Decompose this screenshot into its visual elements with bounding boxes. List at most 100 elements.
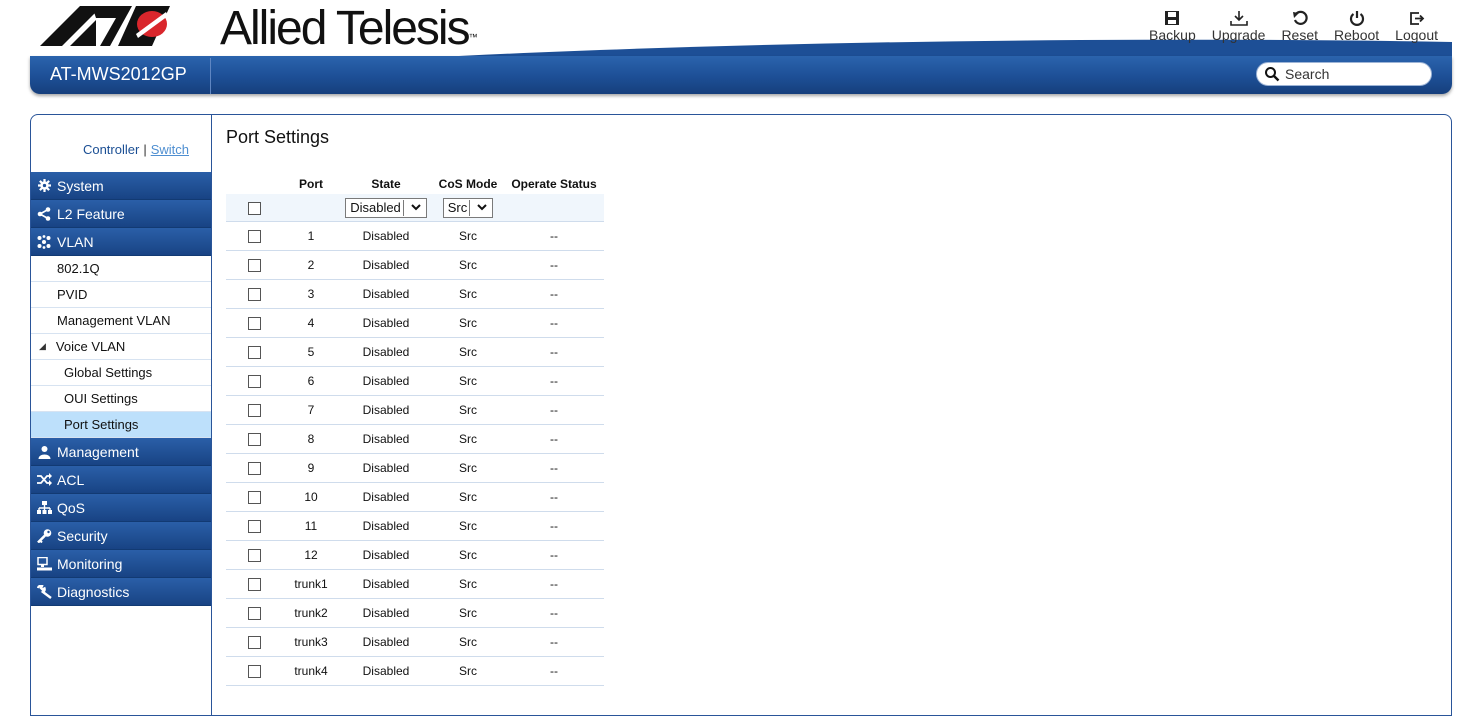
port-column-header: Port xyxy=(299,176,323,191)
sidebar-item-vlan[interactable]: VLAN xyxy=(31,228,211,256)
row-checkbox[interactable] xyxy=(247,259,261,273)
share-icon xyxy=(36,206,52,221)
logo-mark-icon xyxy=(40,6,170,46)
select-all-checkbox[interactable] xyxy=(247,201,261,215)
sidebar-item-security[interactable]: Security xyxy=(31,522,211,550)
cos-mode-select[interactable]: Src xyxy=(442,197,494,218)
sidebar-item-port-settings[interactable]: Port Settings xyxy=(31,412,211,438)
logout-button[interactable]: Logout xyxy=(1387,8,1446,43)
cos-mode-cell: Src xyxy=(432,453,504,483)
row-checkbox[interactable] xyxy=(247,346,261,360)
row-checkbox[interactable] xyxy=(247,520,261,534)
top-toolbar: Backup Upgrade Reset Reboot Logout xyxy=(1141,8,1446,43)
row-checkbox[interactable] xyxy=(247,404,261,418)
reboot-button[interactable]: Reboot xyxy=(1326,8,1387,43)
power-icon xyxy=(1347,8,1367,28)
operate-status-cell: -- xyxy=(504,221,604,251)
sidebar-item-voice-vlan[interactable]: ◢ Voice VLAN xyxy=(31,334,211,360)
table-row: 2 Disabled Src -- xyxy=(226,250,604,280)
table-row: 10 Disabled Src -- xyxy=(226,482,604,512)
table-row: trunk4 Disabled Src -- xyxy=(226,656,604,686)
row-checkbox[interactable] xyxy=(247,665,261,679)
search-box xyxy=(1256,62,1432,86)
operate-status-cell: -- xyxy=(504,511,604,541)
sidebar-item-management-vlan[interactable]: Management VLAN xyxy=(31,308,211,334)
row-checkbox[interactable] xyxy=(247,375,261,389)
state-select[interactable]: Disabled xyxy=(345,197,427,218)
row-checkbox[interactable] xyxy=(247,230,261,244)
cos-mode-cell: Src xyxy=(432,366,504,396)
row-checkbox[interactable] xyxy=(247,317,261,331)
filter-row: Disabled Src xyxy=(226,194,604,222)
reset-button[interactable]: Reset xyxy=(1273,8,1326,43)
sidebar-item-management[interactable]: Management xyxy=(31,438,211,466)
sidebar-item-l2-feature[interactable]: L2 Feature xyxy=(31,200,211,228)
table-row: 9 Disabled Src -- xyxy=(226,453,604,483)
operate-status-column-header: Operate Status xyxy=(511,176,597,191)
sidebar-item-system[interactable]: System xyxy=(31,172,211,200)
operate-status-cell: -- xyxy=(504,656,604,686)
port-cell: 11 xyxy=(282,511,340,541)
state-cell: Disabled xyxy=(340,424,432,454)
row-checkbox[interactable] xyxy=(247,607,261,621)
sidebar-item-global-settings[interactable]: Global Settings xyxy=(31,360,211,386)
search-icon[interactable] xyxy=(1261,66,1283,82)
operate-status-cell: -- xyxy=(504,569,604,599)
cos-mode-cell: Src xyxy=(432,656,504,686)
sidebar: Controller | Switch System L2 Feature VLAN… xyxy=(31,115,212,715)
cos-mode-cell: Src xyxy=(432,250,504,280)
backup-button[interactable]: Backup xyxy=(1141,8,1204,43)
controller-link[interactable]: Controller xyxy=(83,142,139,157)
row-checkbox[interactable] xyxy=(247,491,261,505)
row-checkbox[interactable] xyxy=(247,288,261,302)
row-checkbox[interactable] xyxy=(247,433,261,447)
sidebar-item-qos[interactable]: QoS xyxy=(31,494,211,522)
state-cell: Disabled xyxy=(340,540,432,570)
search-input[interactable] xyxy=(1283,65,1427,83)
operate-status-cell: -- xyxy=(504,279,604,309)
sidebar-item-diagnostics[interactable]: Diagnostics xyxy=(31,578,211,606)
sidebar-item-oui-settings[interactable]: OUI Settings xyxy=(31,386,211,412)
table-row: trunk2 Disabled Src -- xyxy=(226,598,604,628)
wrench-icon xyxy=(36,584,52,599)
row-checkbox[interactable] xyxy=(247,462,261,476)
port-settings-table: Port State CoS Mode Operate Status Disab… xyxy=(226,173,604,686)
operate-status-cell: -- xyxy=(504,627,604,657)
table-row: 11 Disabled Src -- xyxy=(226,511,604,541)
upgrade-button[interactable]: Upgrade xyxy=(1204,8,1274,43)
network-icon xyxy=(36,501,52,514)
operate-status-cell: -- xyxy=(504,395,604,425)
port-cell: 5 xyxy=(282,337,340,367)
row-checkbox[interactable] xyxy=(247,636,261,650)
state-cell: Disabled xyxy=(340,482,432,512)
sidebar-item-pvid[interactable]: PVID xyxy=(31,282,211,308)
reset-icon xyxy=(1290,8,1310,28)
sidebar-item-monitoring[interactable]: Monitoring xyxy=(31,550,211,578)
header-bar: AT-MWS2012GP xyxy=(30,56,1452,94)
operate-status-cell: -- xyxy=(504,540,604,570)
row-checkbox[interactable] xyxy=(247,549,261,563)
cos-mode-cell: Src xyxy=(432,395,504,425)
switch-link[interactable]: Switch xyxy=(151,142,189,157)
sidebar-item-acl[interactable]: ACL xyxy=(31,466,211,494)
port-cell: 9 xyxy=(282,453,340,483)
row-checkbox[interactable] xyxy=(247,578,261,592)
operate-status-cell: -- xyxy=(504,424,604,454)
operate-status-cell: -- xyxy=(504,598,604,628)
cos-mode-cell: Src xyxy=(432,511,504,541)
table-row: 12 Disabled Src -- xyxy=(226,540,604,570)
key-icon xyxy=(36,528,52,543)
state-column-header: State xyxy=(371,176,401,191)
chevron-down-icon xyxy=(469,199,492,216)
cos-mode-cell: Src xyxy=(432,279,504,309)
cos-mode-cell: Src xyxy=(432,627,504,657)
cos-mode-column-header: CoS Mode xyxy=(438,176,498,191)
sidebar-nav: System L2 Feature VLAN 802.1Q PVID Manag… xyxy=(31,172,211,606)
gear-icon xyxy=(36,179,52,192)
port-cell: 12 xyxy=(282,540,340,570)
cos-mode-cell: Src xyxy=(432,221,504,251)
state-cell: Disabled xyxy=(340,656,432,686)
sidebar-item-802-1q[interactable]: 802.1Q xyxy=(31,256,211,282)
user-icon xyxy=(36,445,52,459)
table-row: 1 Disabled Src -- xyxy=(226,221,604,251)
